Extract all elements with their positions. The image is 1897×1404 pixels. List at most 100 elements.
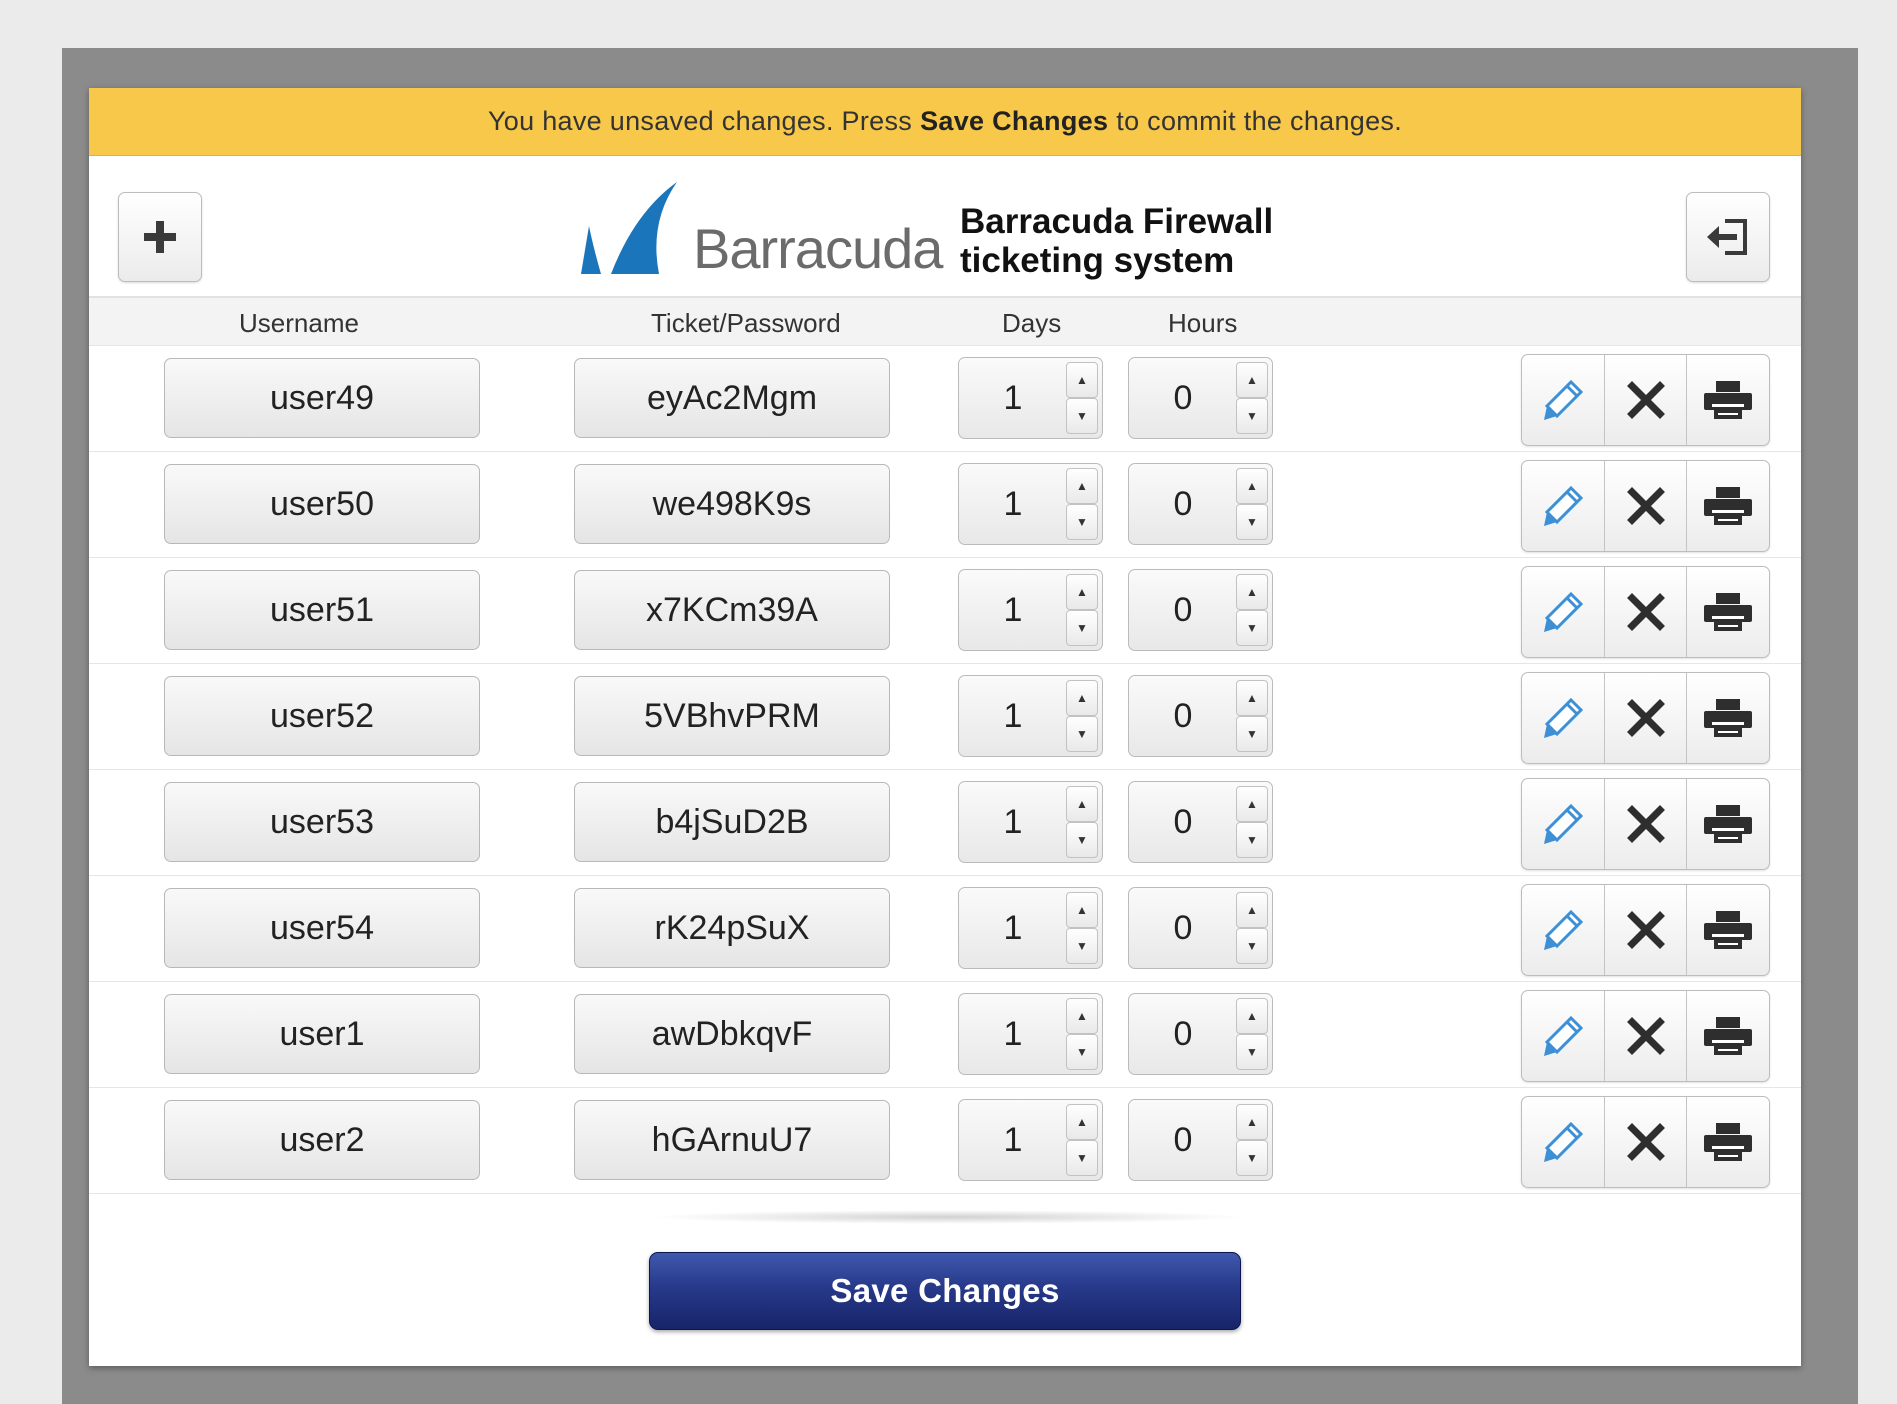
hours-decrement-button[interactable]: ▼ (1236, 1034, 1268, 1070)
days-value[interactable]: 1 (959, 782, 1067, 862)
hours-decrement-button[interactable]: ▼ (1236, 610, 1268, 646)
hours-increment-button[interactable]: ▲ (1236, 892, 1268, 928)
print-button[interactable] (1686, 991, 1769, 1081)
print-button[interactable] (1686, 885, 1769, 975)
days-decrement-button[interactable]: ▼ (1066, 928, 1098, 964)
edit-button[interactable] (1522, 461, 1604, 551)
hours-decrement-button[interactable]: ▼ (1236, 928, 1268, 964)
days-decrement-button[interactable]: ▼ (1066, 398, 1098, 434)
hours-increment-button[interactable]: ▲ (1236, 574, 1268, 610)
days-value[interactable]: 1 (959, 888, 1067, 968)
days-stepper[interactable]: 1 ▲ ▼ (958, 569, 1103, 651)
delete-button[interactable] (1603, 991, 1687, 1081)
ticket-password-field[interactable]: x7KCm39A (574, 570, 890, 650)
days-increment-button[interactable]: ▲ (1066, 1104, 1098, 1140)
delete-button[interactable] (1603, 779, 1687, 869)
username-field[interactable]: user49 (164, 358, 480, 438)
days-increment-button[interactable]: ▲ (1066, 574, 1098, 610)
ticket-password-field[interactable]: awDbkqvF (574, 994, 890, 1074)
username-field[interactable]: user2 (164, 1100, 480, 1180)
days-decrement-button[interactable]: ▼ (1066, 822, 1098, 858)
add-ticket-button[interactable] (118, 192, 202, 282)
days-decrement-button[interactable]: ▼ (1066, 1140, 1098, 1176)
hours-stepper[interactable]: 0 ▲ ▼ (1128, 887, 1273, 969)
hours-increment-button[interactable]: ▲ (1236, 786, 1268, 822)
edit-button[interactable] (1522, 567, 1604, 657)
username-field[interactable]: user52 (164, 676, 480, 756)
days-increment-button[interactable]: ▲ (1066, 680, 1098, 716)
days-stepper[interactable]: 1 ▲ ▼ (958, 781, 1103, 863)
ticket-password-field[interactable]: rK24pSuX (574, 888, 890, 968)
hours-stepper[interactable]: 0 ▲ ▼ (1128, 569, 1273, 651)
days-decrement-button[interactable]: ▼ (1066, 504, 1098, 540)
days-increment-button[interactable]: ▲ (1066, 998, 1098, 1034)
hours-value[interactable]: 0 (1129, 888, 1237, 968)
hours-value[interactable]: 0 (1129, 464, 1237, 544)
delete-button[interactable] (1603, 461, 1687, 551)
days-stepper[interactable]: 1 ▲ ▼ (958, 357, 1103, 439)
days-value[interactable]: 1 (959, 358, 1067, 438)
username-field[interactable]: user1 (164, 994, 480, 1074)
print-button[interactable] (1686, 461, 1769, 551)
days-value[interactable]: 1 (959, 1100, 1067, 1180)
hours-value[interactable]: 0 (1129, 676, 1237, 756)
hours-decrement-button[interactable]: ▼ (1236, 398, 1268, 434)
print-button[interactable] (1686, 567, 1769, 657)
delete-button[interactable] (1603, 1097, 1687, 1187)
edit-button[interactable] (1522, 779, 1604, 869)
edit-button[interactable] (1522, 355, 1604, 445)
hours-increment-button[interactable]: ▲ (1236, 998, 1268, 1034)
hours-decrement-button[interactable]: ▼ (1236, 504, 1268, 540)
days-value[interactable]: 1 (959, 464, 1067, 544)
hours-stepper[interactable]: 0 ▲ ▼ (1128, 993, 1273, 1075)
ticket-password-field[interactable]: hGArnuU7 (574, 1100, 890, 1180)
ticket-password-field[interactable]: eyAc2Mgm (574, 358, 890, 438)
hours-value[interactable]: 0 (1129, 994, 1237, 1074)
days-increment-button[interactable]: ▲ (1066, 786, 1098, 822)
delete-button[interactable] (1603, 355, 1687, 445)
hours-stepper[interactable]: 0 ▲ ▼ (1128, 463, 1273, 545)
edit-button[interactable] (1522, 991, 1604, 1081)
print-button[interactable] (1686, 1097, 1769, 1187)
days-decrement-button[interactable]: ▼ (1066, 610, 1098, 646)
hours-stepper[interactable]: 0 ▲ ▼ (1128, 675, 1273, 757)
days-stepper[interactable]: 1 ▲ ▼ (958, 675, 1103, 757)
hours-stepper[interactable]: 0 ▲ ▼ (1128, 781, 1273, 863)
days-decrement-button[interactable]: ▼ (1066, 716, 1098, 752)
delete-button[interactable] (1603, 885, 1687, 975)
edit-button[interactable] (1522, 1097, 1604, 1187)
hours-increment-button[interactable]: ▲ (1236, 362, 1268, 398)
days-stepper[interactable]: 1 ▲ ▼ (958, 463, 1103, 545)
hours-decrement-button[interactable]: ▼ (1236, 1140, 1268, 1176)
delete-button[interactable] (1603, 567, 1687, 657)
hours-value[interactable]: 0 (1129, 358, 1237, 438)
edit-button[interactable] (1522, 885, 1604, 975)
hours-increment-button[interactable]: ▲ (1236, 468, 1268, 504)
days-increment-button[interactable]: ▲ (1066, 892, 1098, 928)
hours-decrement-button[interactable]: ▼ (1236, 716, 1268, 752)
username-field[interactable]: user54 (164, 888, 480, 968)
print-button[interactable] (1686, 673, 1769, 763)
hours-decrement-button[interactable]: ▼ (1236, 822, 1268, 858)
hours-value[interactable]: 0 (1129, 570, 1237, 650)
ticket-password-field[interactable]: we498K9s (574, 464, 890, 544)
delete-button[interactable] (1603, 673, 1687, 763)
days-stepper[interactable]: 1 ▲ ▼ (958, 887, 1103, 969)
hours-stepper[interactable]: 0 ▲ ▼ (1128, 357, 1273, 439)
username-field[interactable]: user51 (164, 570, 480, 650)
ticket-password-field[interactable]: b4jSuD2B (574, 782, 890, 862)
days-value[interactable]: 1 (959, 676, 1067, 756)
save-changes-button[interactable]: Save Changes (649, 1252, 1241, 1330)
hours-increment-button[interactable]: ▲ (1236, 680, 1268, 716)
username-field[interactable]: user50 (164, 464, 480, 544)
days-stepper[interactable]: 1 ▲ ▼ (958, 993, 1103, 1075)
hours-value[interactable]: 0 (1129, 1100, 1237, 1180)
ticket-password-field[interactable]: 5VBhvPRM (574, 676, 890, 756)
logout-button[interactable] (1686, 192, 1770, 282)
days-decrement-button[interactable]: ▼ (1066, 1034, 1098, 1070)
hours-increment-button[interactable]: ▲ (1236, 1104, 1268, 1140)
edit-button[interactable] (1522, 673, 1604, 763)
username-field[interactable]: user53 (164, 782, 480, 862)
days-increment-button[interactable]: ▲ (1066, 362, 1098, 398)
hours-value[interactable]: 0 (1129, 782, 1237, 862)
